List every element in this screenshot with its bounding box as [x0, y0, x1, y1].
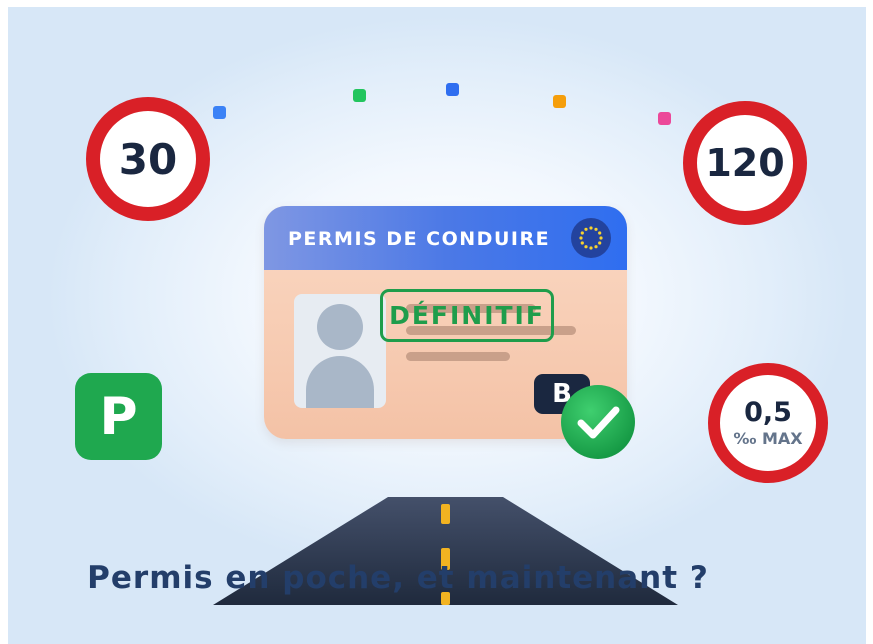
- caption-title: Permis en poche, et maintenant ?: [87, 560, 709, 596]
- illustration-scene: 30 120 0,5 ‰ MAX P PERMIS DE CONDUIRE DÉ…: [8, 7, 866, 644]
- road-illustration: [213, 497, 678, 605]
